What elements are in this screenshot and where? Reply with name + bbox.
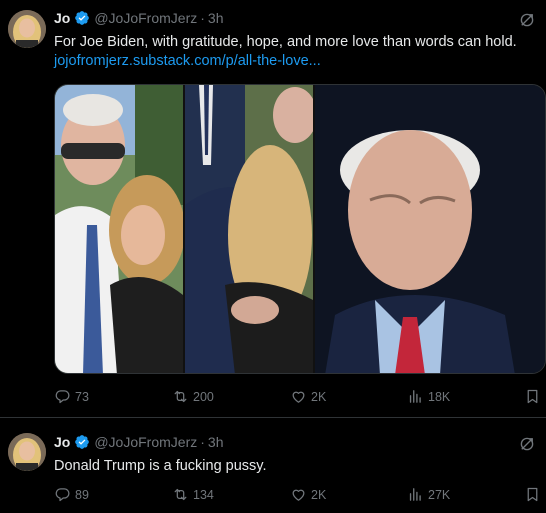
like-button[interactable]: 2K bbox=[290, 388, 326, 405]
views-button[interactable]: 27K bbox=[407, 486, 450, 503]
grok-icon[interactable] bbox=[518, 11, 536, 29]
retweet-icon bbox=[172, 486, 189, 503]
photo-2-image bbox=[185, 85, 313, 373]
photo-1-image bbox=[55, 85, 183, 373]
reply-icon bbox=[54, 486, 71, 503]
like-icon bbox=[290, 486, 307, 503]
tweet-actions: 89 134 2K 27K bbox=[54, 486, 540, 506]
views-button[interactable]: 18K bbox=[407, 388, 450, 405]
avatar-image bbox=[8, 10, 46, 48]
bookmark-button[interactable] bbox=[524, 486, 541, 503]
bookmark-icon bbox=[524, 486, 541, 503]
reply-count: 89 bbox=[75, 487, 89, 502]
handle[interactable]: @JoJoFromJerz bbox=[94, 10, 197, 26]
like-count: 2K bbox=[311, 389, 327, 404]
handle[interactable]: @JoJoFromJerz bbox=[94, 434, 197, 450]
bookmark-button[interactable] bbox=[524, 388, 541, 405]
timestamp[interactable]: 3h bbox=[208, 10, 224, 26]
photo-3-image bbox=[315, 85, 545, 373]
tweet-header: Jo @JoJoFromJerz · 3h bbox=[54, 434, 224, 450]
retweet-count: 200 bbox=[193, 389, 214, 404]
like-icon bbox=[290, 388, 307, 405]
tweet-actions: 73 200 2K 18K bbox=[54, 388, 540, 408]
photo-3[interactable] bbox=[315, 85, 545, 373]
verified-badge-icon bbox=[74, 434, 90, 450]
like-button[interactable]: 2K bbox=[290, 486, 326, 503]
reply-button[interactable]: 89 bbox=[54, 486, 89, 503]
grok-icon[interactable] bbox=[518, 435, 536, 453]
tweet-link[interactable]: jojofromjerz.substack.com/p/all-the-love… bbox=[54, 53, 321, 69]
tweet-text: For Joe Biden, with gratitude, hope, and… bbox=[54, 34, 517, 50]
retweet-count: 134 bbox=[193, 487, 214, 502]
tweet-header: Jo @JoJoFromJerz · 3h bbox=[54, 10, 224, 26]
reply-count: 73 bbox=[75, 389, 89, 404]
reply-icon bbox=[54, 388, 71, 405]
timestamp[interactable]: 3h bbox=[208, 434, 224, 450]
retweet-icon bbox=[172, 388, 189, 405]
tweet-text: Donald Trump is a fucking pussy. bbox=[54, 458, 267, 474]
views-icon bbox=[407, 388, 424, 405]
display-name[interactable]: Jo bbox=[54, 434, 70, 450]
view-count: 27K bbox=[428, 487, 451, 502]
separator-dot: · bbox=[200, 434, 205, 450]
display-name[interactable]: Jo bbox=[54, 10, 70, 26]
views-icon bbox=[407, 486, 424, 503]
retweet-button[interactable]: 200 bbox=[172, 388, 214, 405]
view-count: 18K bbox=[428, 389, 451, 404]
verified-badge-icon bbox=[74, 10, 90, 26]
avatar[interactable] bbox=[8, 433, 46, 471]
bookmark-icon bbox=[524, 388, 541, 405]
retweet-button[interactable]: 134 bbox=[172, 486, 214, 503]
photo-2[interactable] bbox=[185, 85, 313, 373]
tweet-2[interactable]: Jo @JoJoFromJerz · 3h Donald Trump is a … bbox=[0, 419, 546, 513]
separator-dot: · bbox=[200, 10, 205, 26]
media-grid[interactable] bbox=[54, 84, 546, 374]
avatar[interactable] bbox=[8, 10, 46, 48]
like-count: 2K bbox=[311, 487, 327, 502]
tweet-1[interactable]: Jo @JoJoFromJerz · 3h For Joe Biden, wit… bbox=[0, 0, 546, 418]
reply-button[interactable]: 73 bbox=[54, 388, 89, 405]
avatar-image bbox=[8, 433, 46, 471]
photo-1[interactable] bbox=[55, 85, 183, 373]
